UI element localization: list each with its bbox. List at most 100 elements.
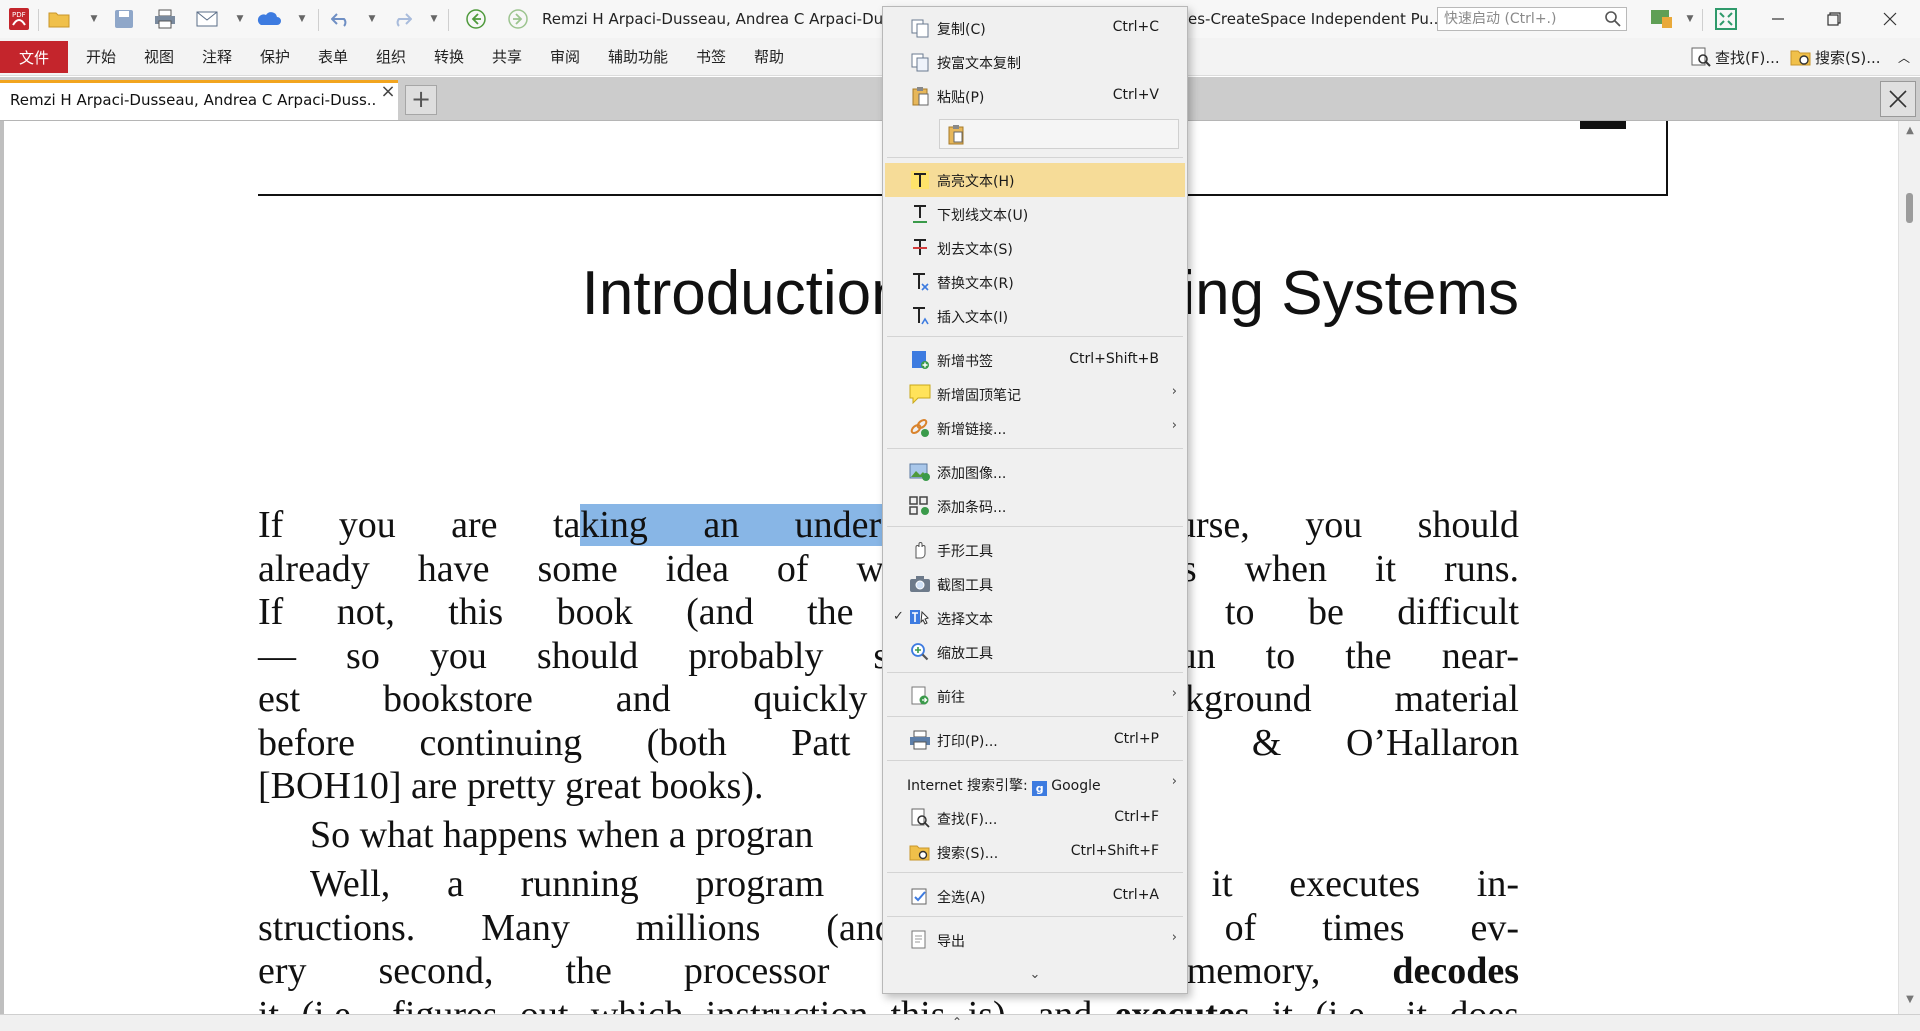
menu-home[interactable]: 开始 [86,46,116,68]
find-icon [1690,46,1712,68]
chevron-down-icon[interactable]: ▼ [88,8,100,30]
email-icon[interactable] [194,8,220,30]
menu-separator [887,872,1183,873]
link-add-icon [909,418,931,438]
underline-text-icon [909,204,931,224]
menu-item-replace-text[interactable]: 替换文本(R) [885,265,1185,299]
menu-item-print[interactable]: 打印(P)... Ctrl+P [885,723,1185,757]
paste-options-box[interactable] [939,119,1179,149]
app-logo-icon[interactable]: PDF [6,8,32,30]
menu-item-hand-tool[interactable]: 手形工具 [885,533,1185,567]
search-tool-button[interactable]: 搜索(S)... [1790,45,1881,69]
hand-icon [909,540,931,560]
menu-item-search[interactable]: 搜索(S)... Ctrl+Shift+F [885,835,1185,869]
scroll-down-icon[interactable]: ▼ [1904,994,1916,1006]
menu-item-copy[interactable]: 复制(C) Ctrl+C [885,11,1185,45]
menu-item-paste[interactable]: 粘贴(P) Ctrl+V [885,79,1185,113]
menu-item-find[interactable]: 查找(F)... Ctrl+F [885,801,1185,835]
restore-button[interactable] [1806,0,1862,38]
save-icon[interactable] [111,8,137,30]
back-arrow-icon[interactable] [463,8,489,30]
menu-organize[interactable]: 组织 [376,46,406,68]
find-icon [909,808,931,828]
chevron-down-icon[interactable]: ▼ [366,8,378,30]
cloud-icon[interactable] [256,8,282,30]
sticky-note-icon [909,384,931,404]
search-folder-icon [1790,46,1812,68]
search-icon[interactable] [1604,10,1622,28]
close-window-button[interactable] [1862,0,1918,38]
menu-bookmarks[interactable]: 书签 [696,46,726,68]
copy-rich-icon [909,52,931,72]
paste-keep-format-icon[interactable] [946,124,968,150]
tab-close-icon[interactable]: × [378,83,398,103]
menu-view[interactable]: 视图 [144,46,174,68]
menu-separator [887,760,1183,761]
minimize-button[interactable] [1750,0,1806,38]
scroll-up-icon[interactable]: ▲ [1904,125,1916,137]
menu-item-add-sticky-note[interactable]: 新增固顶笔记 › [885,377,1185,411]
menu-share[interactable]: 共享 [492,46,522,68]
text-line: it (i.e., figures out which instruction … [258,994,1519,1015]
menu-protect[interactable]: 保护 [260,46,290,68]
menu-item-select-text[interactable]: ✓ 选择文本 [885,601,1185,635]
menu-convert[interactable]: 转换 [434,46,464,68]
print-icon[interactable] [152,8,178,30]
document-tab-label: Remzi H Arpaci-Dusseau, Andrea C Arpaci-… [10,91,377,109]
quick-launch-input[interactable]: 快速启动 (Ctrl+.) [1437,7,1627,31]
submenu-arrow-icon: › [1171,418,1177,433]
menu-item-zoom-tool[interactable]: 缩放工具 [885,635,1185,669]
export-icon [909,930,931,950]
menu-item-add-link[interactable]: 新增链接... › [885,411,1185,445]
menu-item-add-barcode[interactable]: 添加条码... [885,489,1185,523]
toolbar-separator [318,9,319,31]
menu-item-add-image[interactable]: 添加图像... [885,455,1185,489]
menu-item-highlight-text[interactable]: 高亮文本(H) [885,163,1185,197]
zoom-icon [909,642,931,662]
file-menu-button[interactable]: 文件 [0,41,68,73]
close-document-icon[interactable] [1880,81,1916,117]
document-tab[interactable]: Remzi H Arpaci-Dusseau, Andrea C Arpaci-… [0,80,398,120]
menu-more-chevron-icon[interactable]: ⌄ [883,967,1187,989]
ribbon-collapse-chevron-icon[interactable]: ︿ [1898,45,1910,69]
fullscreen-icon[interactable] [1712,8,1740,30]
chevron-down-icon[interactable]: ▼ [1684,8,1696,30]
menu-accessibility[interactable]: 辅助功能 [608,46,668,68]
svg-text:PDF: PDF [12,11,26,19]
menu-item-snapshot-tool[interactable]: 截图工具 [885,567,1185,601]
highlight-text-icon [909,170,931,190]
menu-review[interactable]: 审阅 [550,46,580,68]
menu-form[interactable]: 表单 [318,46,348,68]
chevron-down-icon[interactable]: ▼ [296,8,308,30]
feature-icon[interactable] [1648,8,1676,30]
camera-icon [909,574,931,594]
menu-item-select-all[interactable]: 全选(A) Ctrl+A [885,879,1185,913]
find-tool-button[interactable]: 查找(F)... [1690,45,1780,69]
status-bar: ⌃ [0,1014,1920,1031]
menu-comment[interactable]: 注释 [202,46,232,68]
redo-icon[interactable] [389,8,415,30]
undo-icon[interactable] [328,8,354,30]
open-folder-icon[interactable] [46,8,72,30]
menu-item-export[interactable]: 导出 › [885,923,1185,957]
vertical-scrollbar[interactable]: ▲ ▼ [1898,121,1920,1014]
menu-item-search-engine[interactable]: Internet 搜索引擎: g Google › [885,767,1185,801]
menu-separator [887,672,1183,673]
menu-separator [887,916,1183,917]
menu-item-copy-rich[interactable]: 按富文本复制 [885,45,1185,79]
menu-item-strikeout-text[interactable]: 划去文本(S) [885,231,1185,265]
menu-item-goto[interactable]: 前往 › [885,679,1185,713]
check-mark-icon: ✓ [893,609,904,624]
toolbar-separator [38,9,39,31]
forward-arrow-icon[interactable] [505,8,531,30]
menu-item-underline-text[interactable]: 下划线文本(U) [885,197,1185,231]
scrollbar-thumb[interactable] [1906,193,1913,223]
toolbar-separator [448,9,449,31]
chevron-down-icon[interactable]: ▼ [428,8,440,30]
chevron-down-icon[interactable]: ▼ [234,8,246,30]
menu-help[interactable]: 帮助 [754,46,784,68]
menu-item-add-bookmark[interactable]: 新增书签 Ctrl+Shift+B [885,343,1185,377]
new-tab-button[interactable]: + [405,85,437,115]
expand-up-icon[interactable]: ⌃ [952,1015,962,1029]
menu-item-insert-text[interactable]: 插入文本(I) [885,299,1185,333]
